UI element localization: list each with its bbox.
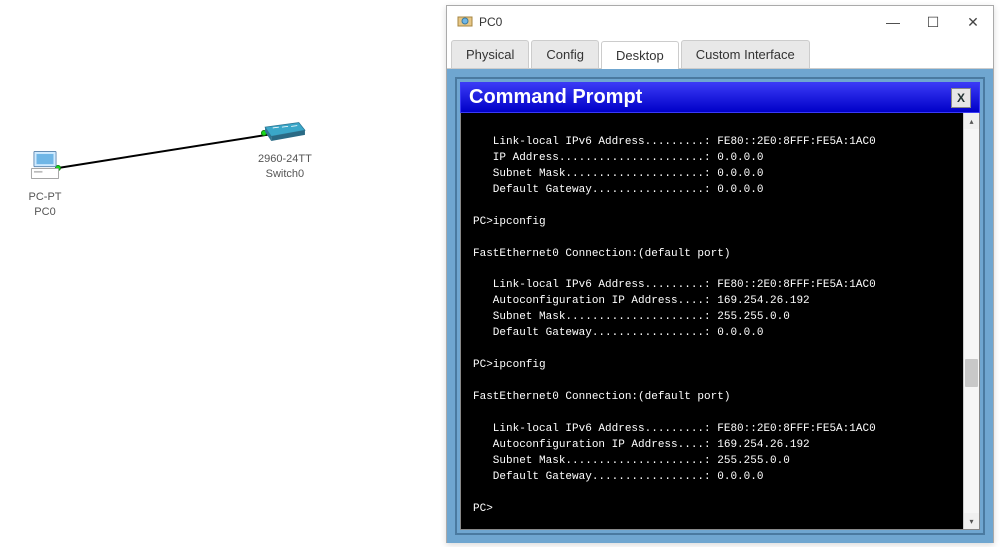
device-label-line2: Switch0: [258, 167, 312, 181]
device-switch0[interactable]: 2960-24TT Switch0: [258, 118, 312, 181]
minimize-button[interactable]: —: [883, 12, 903, 32]
device-pc0[interactable]: PC-PT PC0: [28, 148, 62, 219]
tab-custom-interface[interactable]: Custom Interface: [681, 40, 810, 68]
network-topology: PC-PT PC0 2960-24TT Switch0: [0, 0, 450, 547]
tab-physical[interactable]: Physical: [451, 40, 529, 68]
titlebar[interactable]: PC0 — ☐ ✕: [447, 6, 993, 38]
window-title: PC0: [479, 15, 502, 29]
app-icon: [457, 14, 473, 30]
switch-icon: [262, 118, 308, 144]
tab-config[interactable]: Config: [531, 40, 599, 68]
maximize-button[interactable]: ☐: [923, 12, 943, 32]
scroll-up-button[interactable]: ▴: [964, 113, 979, 129]
pc-icon: [28, 148, 62, 182]
cmd-close-button[interactable]: X: [951, 88, 971, 108]
command-prompt-window: Command Prompt X Link-local IPv6 Address…: [460, 82, 980, 530]
terminal-output[interactable]: Link-local IPv6 Address.........: FE80::…: [461, 113, 963, 529]
scrollbar-track[interactable]: [964, 129, 979, 513]
scroll-down-button[interactable]: ▾: [964, 513, 979, 529]
tab-desktop[interactable]: Desktop: [601, 41, 679, 69]
link-line: [50, 130, 280, 170]
pc0-window: PC0 — ☐ ✕ Physical Config Desktop Custom…: [446, 5, 994, 543]
desktop-area: Command Prompt X Link-local IPv6 Address…: [447, 69, 993, 543]
device-label-line2: PC0: [28, 205, 62, 219]
cmd-title: Command Prompt: [469, 86, 642, 109]
scrollbar-thumb[interactable]: [965, 359, 978, 387]
cmd-titlebar[interactable]: Command Prompt X: [460, 82, 980, 113]
tab-bar: Physical Config Desktop Custom Interface: [447, 38, 993, 69]
vertical-scrollbar[interactable]: ▴ ▾: [963, 113, 979, 529]
device-label-line1: 2960-24TT: [258, 152, 312, 166]
device-label-line1: PC-PT: [28, 190, 62, 204]
close-button[interactable]: ✕: [963, 12, 983, 32]
